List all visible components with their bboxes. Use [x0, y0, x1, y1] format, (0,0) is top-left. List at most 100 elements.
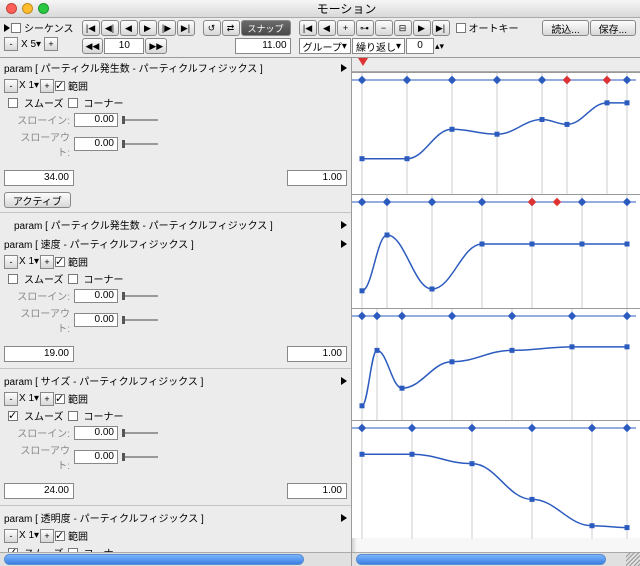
disclosure-icon[interactable]	[4, 24, 10, 32]
disclosure-icon[interactable]	[341, 377, 347, 385]
curve-graph-3[interactable]	[352, 420, 640, 538]
range-checkbox[interactable]	[55, 81, 65, 91]
sequence-checkbox[interactable]	[11, 23, 21, 33]
snap-button[interactable]: スナップ	[241, 20, 291, 36]
disclosure-icon[interactable]	[341, 514, 347, 522]
slowin-slider[interactable]	[122, 116, 158, 124]
group-dropdown[interactable]: グループ ▾	[299, 38, 351, 54]
slowout-input[interactable]: 0.00	[74, 137, 118, 151]
range-checkbox[interactable]	[55, 257, 65, 267]
left-scrollbar[interactable]	[0, 552, 351, 566]
repeat-dropdown[interactable]: 繰り返し ▾	[352, 38, 405, 54]
read-button[interactable]: 読込...	[542, 20, 588, 36]
repeat-value[interactable]: 0	[406, 38, 434, 54]
zoom-plus-button[interactable]: +	[40, 392, 54, 406]
goto-end-button[interactable]: ▶|	[177, 20, 195, 36]
autokey-checkbox[interactable]	[456, 23, 466, 33]
zoom-minus-button[interactable]: -	[4, 529, 18, 543]
play-back-button[interactable]: ◀	[120, 20, 138, 36]
slowin-input[interactable]: 0.00	[74, 113, 118, 127]
zoom-label[interactable]: X 5▾	[19, 39, 43, 50]
save-button[interactable]: 保存...	[590, 20, 636, 36]
range-checkbox[interactable]	[55, 394, 65, 404]
goto-start-button[interactable]: |◀	[82, 20, 100, 36]
play-button[interactable]: ▶	[139, 20, 157, 36]
timeline-ruler[interactable]	[352, 58, 640, 72]
zoom-minus-button[interactable]: -	[4, 79, 18, 93]
zoom-icon[interactable]	[38, 3, 49, 14]
close-icon[interactable]	[6, 3, 17, 14]
zoom-plus-button[interactable]: +	[40, 255, 54, 269]
range-checkbox[interactable]	[55, 531, 65, 541]
value-input[interactable]: 24.00	[4, 483, 74, 499]
frame-back-button[interactable]: ◀◀	[82, 38, 104, 54]
kf-prev-button[interactable]: ◀	[318, 20, 336, 36]
kf-add-button[interactable]: +	[337, 20, 355, 36]
kf-del-button[interactable]: −	[375, 20, 393, 36]
kf-first-button[interactable]: |◀	[299, 20, 317, 36]
time-display: 11.00	[235, 38, 291, 54]
value-input[interactable]: 34.00	[4, 170, 74, 186]
slowin-input[interactable]: 0.00	[74, 289, 118, 303]
zoom-plus-button[interactable]: +	[40, 79, 54, 93]
slowout-input[interactable]: 0.00	[74, 450, 118, 464]
playhead-icon[interactable]	[358, 58, 368, 66]
disclosure-icon[interactable]	[341, 64, 347, 72]
zoom-minus-button[interactable]: -	[4, 392, 18, 406]
graph-panel	[352, 58, 640, 566]
param-section-2: param [ サイズ - パーティクルフィジックス ] -X 1▾+範囲 スム…	[0, 368, 351, 503]
frame-fwd-button[interactable]: ▶▶	[145, 38, 167, 54]
zoom-minus-button[interactable]: -	[4, 37, 18, 51]
disclosure-icon[interactable]	[341, 221, 347, 229]
kf-last-button[interactable]: ▶|	[432, 20, 450, 36]
zoom-plus-button[interactable]: +	[44, 37, 58, 51]
zoom-minus-button[interactable]: -	[4, 255, 18, 269]
slowout-input[interactable]: 0.00	[74, 313, 118, 327]
one-input[interactable]: 1.00	[287, 483, 347, 499]
active-button[interactable]: アクティブ	[4, 192, 71, 208]
kf-key-button[interactable]: ⊶	[356, 20, 374, 36]
zoom-value[interactable]: X 1▾	[19, 530, 39, 541]
slowout-slider[interactable]	[122, 453, 158, 461]
curve-graph-0[interactable]	[352, 72, 640, 194]
one-input[interactable]: 1.00	[287, 346, 347, 362]
smooth-checkbox[interactable]	[8, 411, 18, 421]
slowout-label: スローアウト:	[8, 305, 70, 335]
zoom-value[interactable]: X 1▾	[19, 80, 39, 91]
corner-label: コーナー	[84, 95, 124, 110]
corner-checkbox[interactable]	[68, 411, 78, 421]
value-input[interactable]: 19.00	[4, 346, 74, 362]
minimize-icon[interactable]	[22, 3, 33, 14]
titlebar: モーション	[0, 0, 640, 18]
resize-handle[interactable]	[626, 552, 640, 566]
slowin-slider[interactable]	[122, 292, 158, 300]
curve-graph-2[interactable]	[352, 308, 640, 420]
disclosure-icon[interactable]	[341, 240, 347, 248]
step-back-button[interactable]: ◀|	[101, 20, 119, 36]
slowout-slider[interactable]	[122, 140, 158, 148]
slowin-input[interactable]: 0.00	[74, 426, 118, 440]
zoom-value[interactable]: X 1▾	[19, 256, 39, 267]
loop-button[interactable]: ↺	[203, 20, 221, 36]
corner-checkbox[interactable]	[68, 98, 78, 108]
range-label: 範囲	[68, 391, 88, 406]
repeat-arrows[interactable]: ▴▾	[435, 41, 444, 52]
zoom-plus-button[interactable]: +	[40, 529, 54, 543]
step-fwd-button[interactable]: |▶	[158, 20, 176, 36]
corner-checkbox[interactable]	[68, 274, 78, 284]
smooth-checkbox[interactable]	[8, 274, 18, 284]
curve-graph-1[interactable]	[352, 194, 640, 308]
param-section-0: param [ パーティクル発生数 - パーティクルフィジックス ] - X 1…	[0, 58, 351, 210]
zoom-value[interactable]: X 1▾	[19, 393, 39, 404]
bounce-button[interactable]: ⇄	[222, 20, 240, 36]
kf-split-button[interactable]: ⊟	[394, 20, 412, 36]
one-input[interactable]: 1.00	[287, 170, 347, 186]
slowin-slider[interactable]	[122, 429, 158, 437]
kf-next-button[interactable]: ▶	[413, 20, 431, 36]
corner-label: コーナー	[84, 545, 124, 552]
slowout-slider[interactable]	[122, 316, 158, 324]
right-scrollbar[interactable]	[352, 552, 640, 566]
param-section-3: param [ 透明度 - パーティクルフィジックス ] -X 1▾+範囲 スム…	[0, 505, 351, 552]
frame-input[interactable]: 10	[104, 38, 144, 54]
smooth-checkbox[interactable]	[8, 98, 18, 108]
